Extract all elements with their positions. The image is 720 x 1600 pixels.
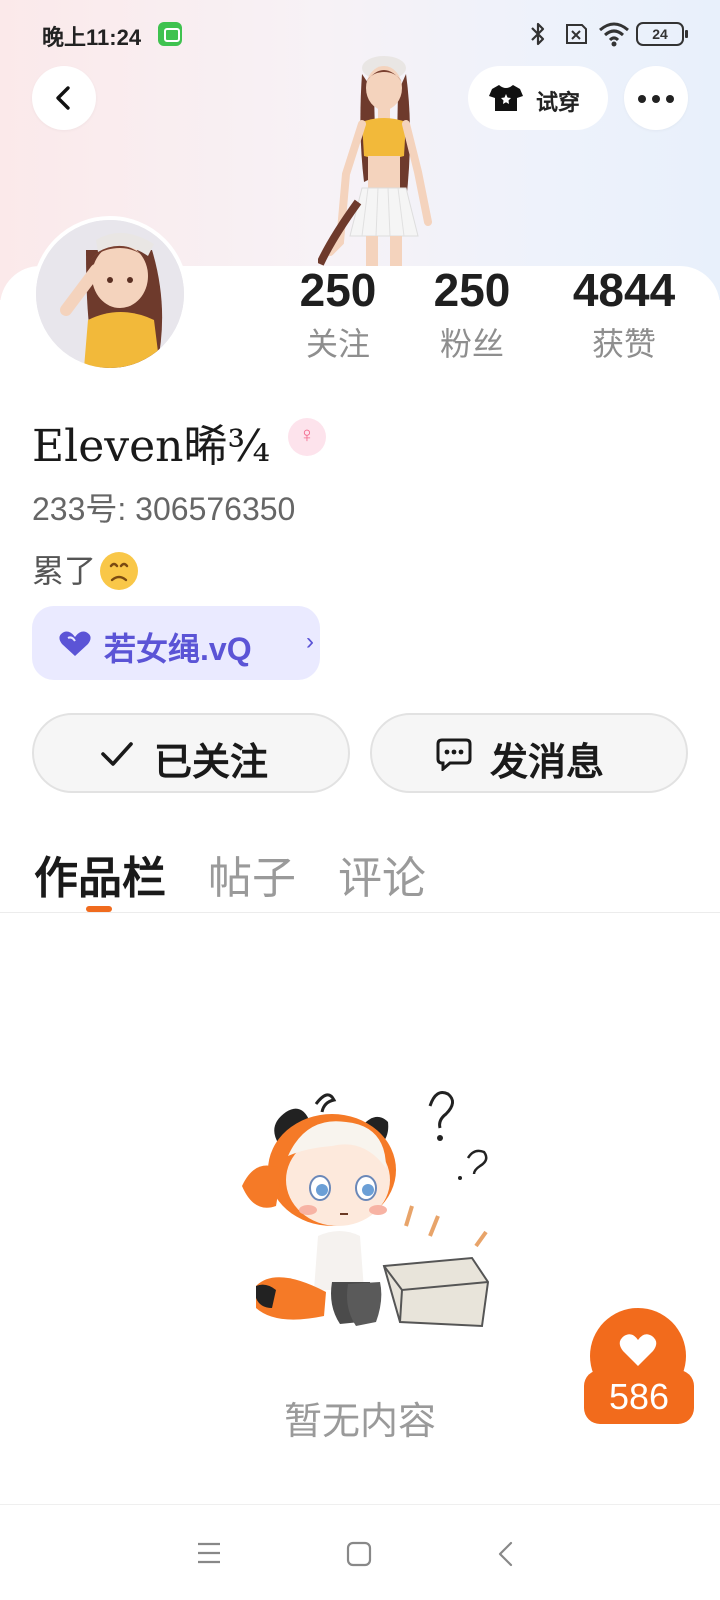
home-icon[interactable]: [346, 1541, 372, 1567]
battery-indicator: 24: [636, 22, 688, 46]
followed-label: 已关注: [154, 742, 269, 784]
back-icon: [56, 86, 70, 110]
wifi-icon: [599, 22, 629, 47]
tshirt-icon: [489, 85, 523, 111]
more-icon: [638, 95, 646, 103]
heart-icon: [59, 631, 91, 656]
character-figure: [318, 56, 432, 270]
likes-label: 获赞: [591, 326, 656, 362]
followers-label: 粉丝: [439, 326, 504, 362]
chat-icon: [436, 738, 472, 771]
gender-badge: ♀: [288, 418, 326, 456]
back-button[interactable]: [32, 66, 96, 130]
followers-count: 250: [433, 264, 511, 316]
bio-text: 累了: [32, 553, 97, 589]
likes-stat[interactable]: 4844 获赞: [556, 262, 692, 366]
guild-name: 若女绳.vQ: [104, 631, 252, 667]
like-count: 586: [584, 1370, 694, 1424]
following-stat[interactable]: 250 关注: [288, 262, 388, 366]
female-icon: ♀: [298, 422, 316, 447]
heart-icon: [619, 1334, 657, 1366]
menu-icon[interactable]: [196, 1541, 222, 1565]
avatar-image: [36, 220, 184, 368]
nav-back-icon[interactable]: [496, 1541, 516, 1567]
like-floating-button[interactable]: 586: [584, 1308, 714, 1424]
followed-button[interactable]: 已关注: [32, 713, 350, 793]
guild-chip[interactable]: 若女绳.vQ ›: [32, 606, 320, 680]
followers-stat[interactable]: 250 粉丝: [422, 262, 522, 366]
tab-comments[interactable]: 评论: [338, 842, 426, 906]
empty-state-illustration: [242, 1091, 490, 1328]
upside-down-face-icon: [100, 551, 139, 590]
likes-count: 4844: [572, 264, 676, 316]
tab-works[interactable]: 作品栏: [34, 842, 166, 906]
user-bio: 累了: [32, 546, 139, 593]
try-on-label: 试穿: [536, 90, 581, 115]
user-id: 233号: 306576350: [32, 491, 296, 527]
try-on-button[interactable]: 试穿: [468, 66, 608, 130]
username: Eleven晞¾: [32, 421, 271, 472]
avatar[interactable]: [32, 216, 188, 372]
bluetooth-icon: [531, 22, 545, 46]
system-navigation-bar: [0, 1504, 720, 1600]
no-sim-icon: [566, 24, 587, 44]
status-time: 晚上11:24: [42, 25, 142, 50]
following-count: 250: [299, 264, 377, 316]
send-message-button[interactable]: 发消息: [370, 713, 688, 793]
tab-divider: [0, 912, 720, 913]
tab-posts[interactable]: 帖子: [208, 842, 296, 906]
app-notification-icon: [158, 22, 182, 46]
check-icon: [101, 742, 133, 766]
following-label: 关注: [305, 326, 370, 362]
chevron-right-icon: ›: [306, 628, 314, 655]
more-options-button[interactable]: [624, 66, 688, 130]
send-message-label: 发消息: [490, 742, 605, 784]
